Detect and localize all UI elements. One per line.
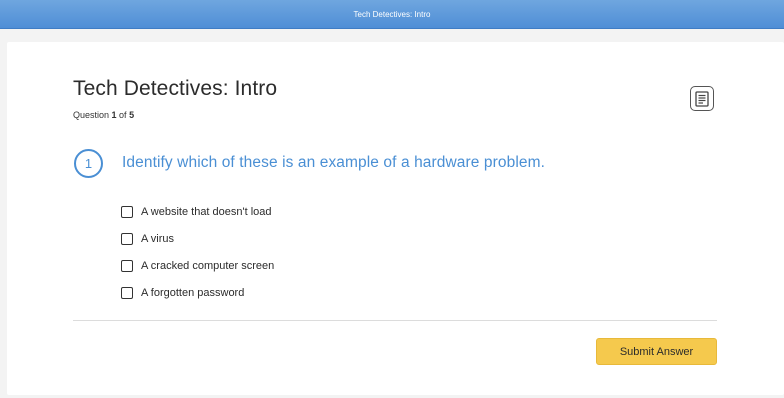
window-title: Tech Detectives: Intro (353, 9, 431, 19)
answer-option[interactable]: A virus (121, 225, 274, 252)
window-title-bar: Tech Detectives: Intro (0, 0, 784, 29)
answer-label: A virus (141, 232, 175, 245)
answer-label: A forgotten password (141, 286, 245, 299)
progress-of: of (116, 110, 130, 120)
progress-prefix: Question (73, 110, 112, 120)
question-text: Identify which of these is an example of… (122, 154, 546, 171)
answer-checkbox[interactable] (121, 259, 133, 272)
submit-answer-button[interactable]: Submit Answer (596, 338, 717, 365)
answer-option[interactable]: A forgotten password (121, 279, 274, 306)
answer-label: A cracked computer screen (141, 259, 275, 272)
answer-option[interactable]: A cracked computer screen (121, 252, 274, 279)
answer-label: A website that doesn't load (141, 205, 272, 218)
answer-checkbox[interactable] (121, 286, 133, 299)
total-questions: 5 (129, 110, 135, 120)
divider (73, 320, 717, 321)
answer-checkbox[interactable] (121, 205, 133, 218)
question-progress: Question 1 of 5 (73, 110, 134, 120)
notes-button[interactable] (690, 86, 714, 111)
page-title: Tech Detectives: Intro (73, 77, 278, 100)
answer-checkbox[interactable] (121, 232, 133, 245)
answer-list: A website that doesn't load A virus A cr… (121, 198, 274, 306)
quiz-card: Tech Detectives: Intro Question 1 of 5 1… (7, 42, 784, 395)
notes-icon (695, 90, 709, 107)
answer-option[interactable]: A website that doesn't load (121, 198, 274, 225)
question-number-badge: 1 (74, 149, 103, 178)
